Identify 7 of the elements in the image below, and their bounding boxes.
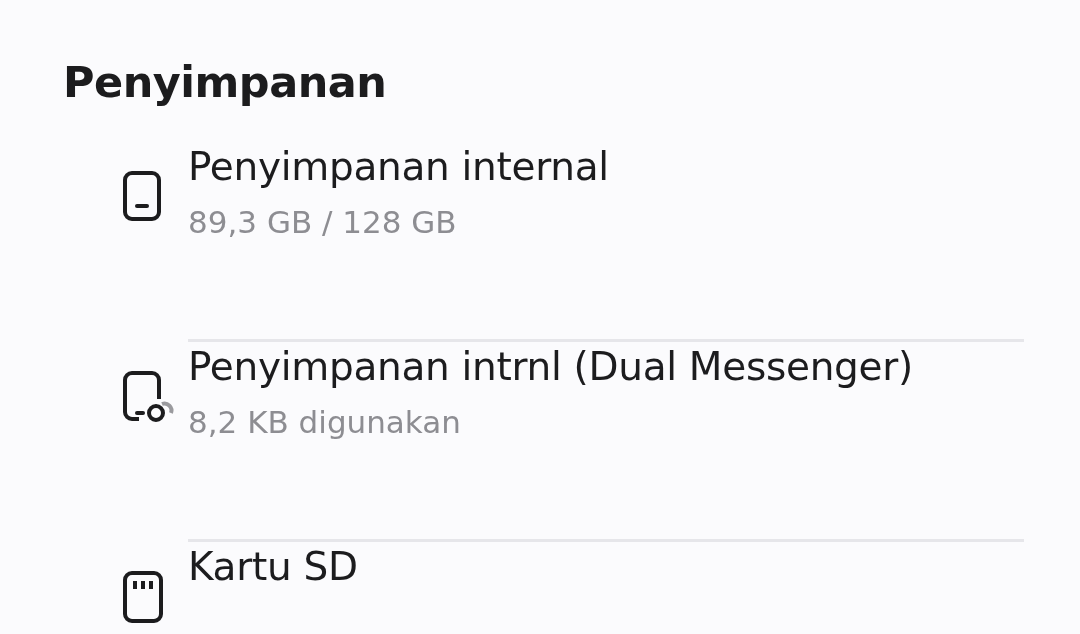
storage-usage: 89,3 GB / 128 GB <box>188 203 457 242</box>
storage-name[interactable]: Penyimpanan internal <box>188 142 609 192</box>
storage-usage: 8,2 KB digunakan <box>188 403 461 442</box>
storage-name[interactable]: Kartu SD <box>188 542 358 592</box>
storage-name[interactable]: Penyimpanan intrnl (Dual Messenger) <box>188 342 913 392</box>
sd-card-icon <box>121 569 165 625</box>
page-title: Penyimpanan <box>62 56 388 109</box>
